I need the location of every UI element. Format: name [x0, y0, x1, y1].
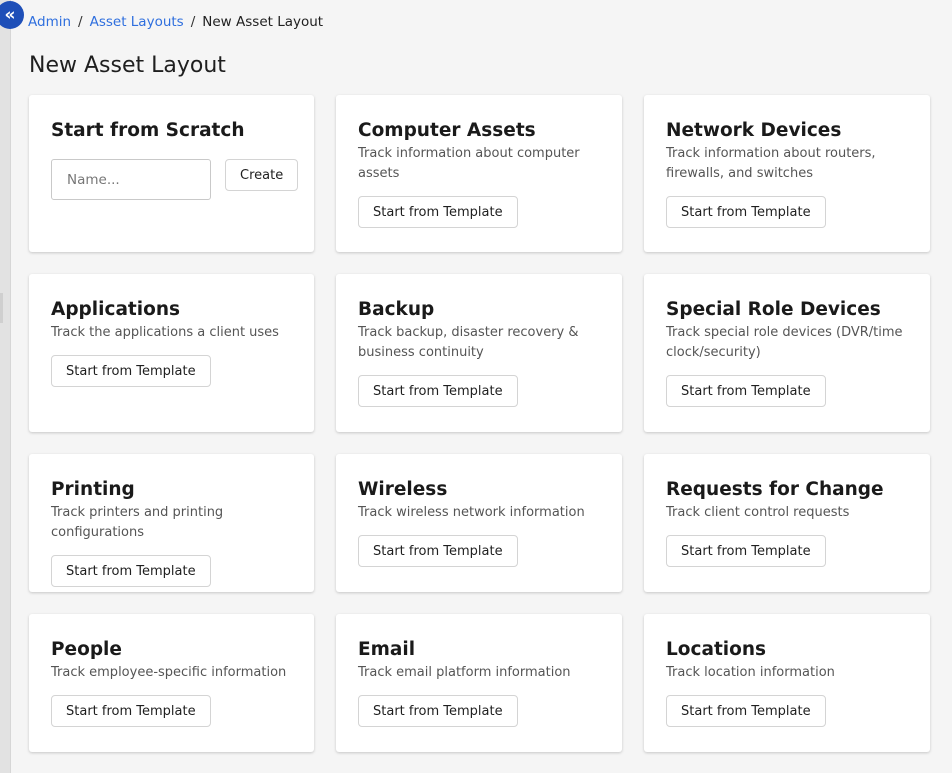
- card-title: Start from Scratch: [51, 120, 245, 141]
- start-from-template-button[interactable]: Start from Template: [51, 555, 211, 587]
- breadcrumb-separator: /: [78, 14, 83, 30]
- page-title: New Asset Layout: [29, 53, 226, 78]
- card-title: Backup: [358, 299, 435, 320]
- asset-layout-grid: Start from Scratch Create Computer Asset…: [29, 95, 930, 752]
- card-email: Email Track email platform information S…: [336, 614, 622, 752]
- create-button[interactable]: Create: [225, 159, 299, 191]
- card-title: Requests for Change: [666, 479, 884, 500]
- double-chevron-left-icon: «: [4, 4, 16, 25]
- card-description: Track email platform information: [358, 665, 571, 680]
- breadcrumb: Admin / Asset Layouts / New Asset Layout: [28, 14, 323, 30]
- card-description: Track location information: [666, 665, 835, 680]
- start-from-template-button[interactable]: Start from Template: [358, 196, 518, 228]
- card-wireless: Wireless Track wireless network informat…: [336, 454, 622, 592]
- card-title: Applications: [51, 299, 181, 320]
- card-description: Track printers and printing configuratio…: [51, 505, 224, 540]
- start-from-template-button[interactable]: Start from Template: [51, 355, 211, 387]
- card-special-role-devices: Special Role Devices Track special role …: [644, 274, 930, 432]
- start-from-template-button[interactable]: Start from Template: [666, 375, 826, 407]
- card-title: People: [51, 639, 122, 660]
- start-from-template-button[interactable]: Start from Template: [666, 196, 826, 228]
- card-people: People Track employee-specific informati…: [29, 614, 314, 752]
- card-title: Locations: [666, 639, 767, 660]
- breadcrumb-current: New Asset Layout: [202, 14, 324, 30]
- card-network-devices: Network Devices Track information about …: [644, 95, 930, 252]
- card-title: Email: [358, 639, 416, 660]
- card-description: Track information about routers, firewal…: [666, 146, 876, 181]
- start-from-template-button[interactable]: Start from Template: [358, 375, 518, 407]
- card-printing: Printing Track printers and printing con…: [29, 454, 314, 592]
- start-from-template-button[interactable]: Start from Template: [358, 695, 518, 727]
- card-description: Track the applications a client uses: [51, 325, 279, 340]
- card-description: Track wireless network information: [358, 505, 585, 520]
- card-title: Special Role Devices: [666, 299, 881, 320]
- card-backup: Backup Track backup, disaster recovery &…: [336, 274, 622, 432]
- card-title: Printing: [51, 479, 135, 500]
- card-description: Track employee-specific information: [51, 665, 287, 680]
- start-from-template-button[interactable]: Start from Template: [666, 695, 826, 727]
- card-title: Wireless: [358, 479, 448, 500]
- card-description: Track information about computer assets: [358, 146, 580, 181]
- card-locations: Locations Track location information Sta…: [644, 614, 930, 752]
- card-start-from-scratch: Start from Scratch Create: [29, 95, 314, 252]
- card-applications: Applications Track the applications a cl…: [29, 274, 314, 432]
- breadcrumb-separator: /: [190, 14, 196, 30]
- card-description: Track backup, disaster recovery & busine…: [358, 325, 579, 360]
- start-from-template-button[interactable]: Start from Template: [51, 695, 211, 727]
- collapse-sidebar-button[interactable]: «: [0, 1, 24, 29]
- breadcrumb-link-admin[interactable]: Admin: [28, 14, 71, 30]
- rail-resize-handle[interactable]: [0, 293, 3, 323]
- card-requests-for-change: Requests for Change Track client control…: [644, 454, 930, 592]
- card-description: Track client control requests: [666, 505, 850, 520]
- card-computer-assets: Computer Assets Track information about …: [336, 95, 622, 252]
- card-title: Computer Assets: [358, 120, 536, 141]
- card-title: Network Devices: [666, 120, 842, 141]
- card-description: Track special role devices (DVR/time clo…: [666, 325, 903, 360]
- layout-name-input[interactable]: [51, 159, 211, 200]
- left-rail: [0, 0, 11, 773]
- start-from-template-button[interactable]: Start from Template: [358, 535, 518, 567]
- breadcrumb-link-asset-layouts[interactable]: Asset Layouts: [90, 14, 184, 30]
- start-from-template-button[interactable]: Start from Template: [666, 535, 826, 567]
